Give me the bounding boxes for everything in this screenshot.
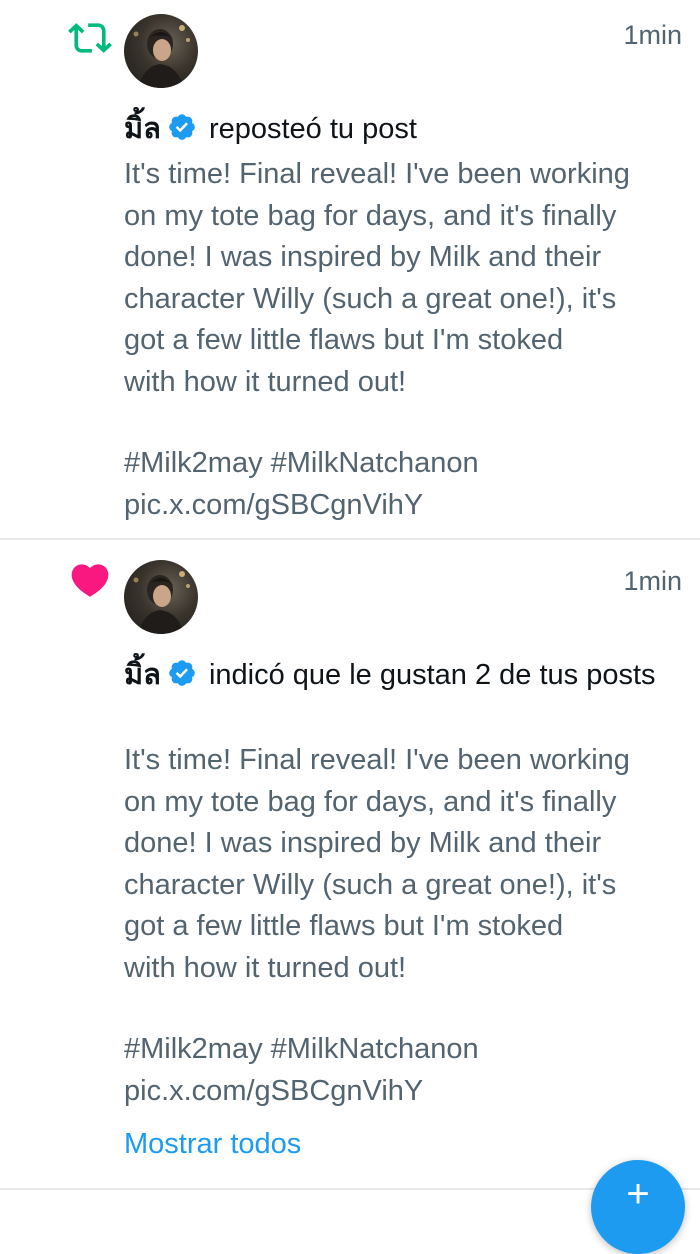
show-all-link[interactable]: Mostrar todos xyxy=(124,1128,301,1161)
post-hashtags: #Milk2may #MilkNatchanon xyxy=(124,447,479,479)
notification-repost[interactable]: 1min มิ้ล reposteó tu post It's time! Fi… xyxy=(0,0,700,538)
verified-badge-icon xyxy=(167,658,197,688)
post-link: pic.x.com/gSBCgnVihY xyxy=(124,1075,424,1107)
action-text: indicó que le gustan 2 de tus posts xyxy=(208,659,656,691)
notification-like[interactable]: 1min มิ้ล indicó que le gustan 2 de tus … xyxy=(0,540,700,1188)
timestamp: 1min xyxy=(623,566,682,596)
user-name[interactable]: มิ้ล xyxy=(124,659,161,691)
plus-icon: + xyxy=(626,1172,650,1216)
verified-badge-icon xyxy=(167,112,197,142)
action-text: reposteó tu post xyxy=(208,113,417,145)
post-text: It's time! Final reveal! I've been worki… xyxy=(124,158,630,398)
post-hashtags: #Milk2may #MilkNatchanon xyxy=(124,1033,479,1065)
compose-button[interactable]: + xyxy=(591,1160,685,1254)
timestamp: 1min xyxy=(623,20,682,50)
notification-header: มิ้ล reposteó tu post xyxy=(124,108,670,150)
avatar[interactable] xyxy=(124,560,198,634)
heart-icon xyxy=(68,558,112,602)
repost-icon xyxy=(68,16,112,60)
notification-header: มิ้ล indicó que le gustan 2 de tus posts xyxy=(124,654,670,696)
user-name[interactable]: มิ้ล xyxy=(124,113,161,145)
post-link: pic.x.com/gSBCgnVihY xyxy=(124,489,424,521)
avatar[interactable] xyxy=(124,14,198,88)
post-text: It's time! Final reveal! I've been worki… xyxy=(124,744,630,984)
